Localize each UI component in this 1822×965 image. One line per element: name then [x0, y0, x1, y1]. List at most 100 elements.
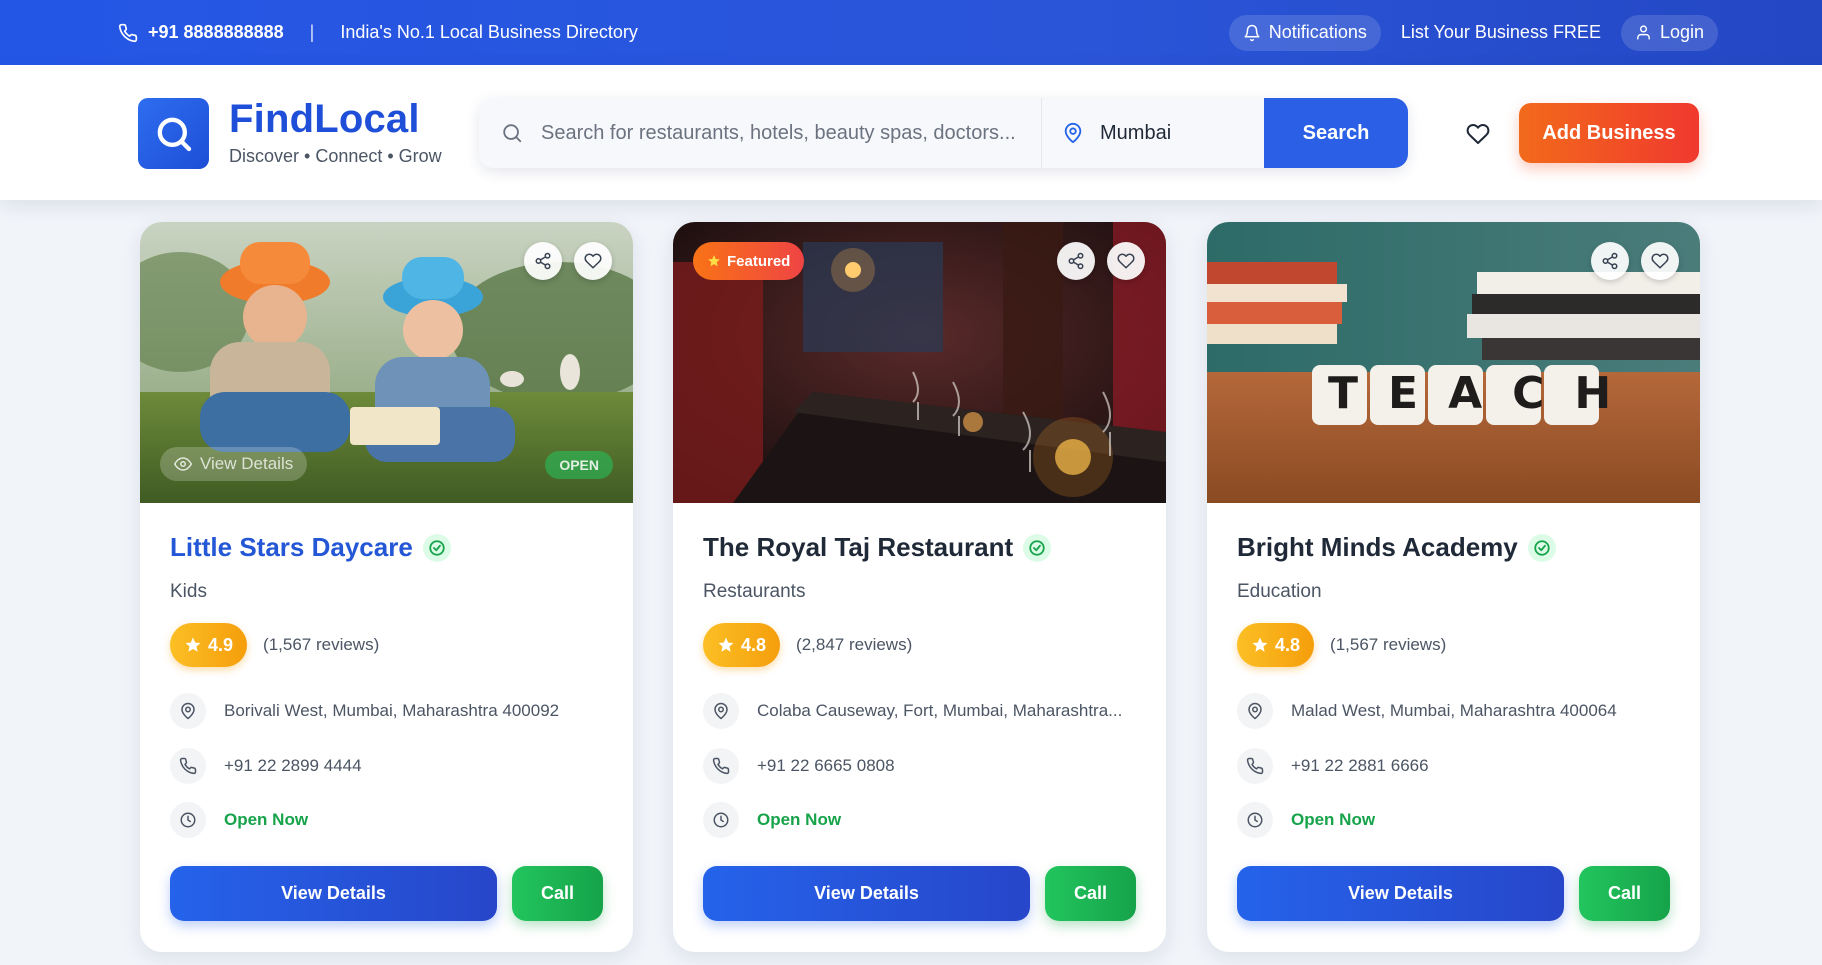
listing-title[interactable]: The Royal Taj Restaurant [703, 532, 1013, 563]
rating-row: 4.8 (2,847 reviews) [703, 623, 912, 667]
top-bar-right: Notifications List Your Business FREE Lo… [1228, 0, 1718, 65]
heart-icon [584, 253, 602, 269]
bell-icon [1244, 24, 1260, 41]
phone-row: +91 22 2899 4444 [170, 748, 362, 784]
site-header: FindLocal Discover • Connect • Grow Sear… [0, 65, 1822, 200]
phone-text[interactable]: +91 22 2899 4444 [224, 756, 362, 776]
view-details-button[interactable]: View Details [1237, 866, 1564, 921]
listing-card[interactable]: View Details OPEN Little Stars Daycare K… [140, 222, 633, 952]
phone-row: +91 22 2881 6666 [1237, 748, 1429, 784]
listing-card[interactable]: Featured The Royal Taj Restaurant Restau… [673, 222, 1166, 952]
location-pin-icon [170, 693, 206, 729]
listing-category: Kids [170, 581, 207, 602]
listing-title[interactable]: Little Stars Daycare [170, 532, 413, 563]
location-pin-icon [703, 693, 739, 729]
location-pin-icon [1064, 122, 1082, 144]
address-row: Colaba Causeway, Fort, Mumbai, Maharasht… [703, 693, 1122, 729]
share-button[interactable] [1057, 242, 1095, 280]
hours-row: Open Now [1237, 802, 1375, 838]
notifications-label: Notifications [1268, 22, 1367, 42]
favorite-button[interactable] [1641, 242, 1679, 280]
view-details-button[interactable]: View Details [170, 866, 497, 921]
top-bar-left: +91 8888888888 | India's No.1 Local Busi… [118, 0, 638, 65]
brand-tagline: Discover • Connect • Grow [229, 146, 442, 166]
login-button[interactable]: Login [1620, 14, 1718, 51]
listing-image[interactable]: View Details OPEN [140, 222, 633, 503]
heart-icon [1651, 253, 1669, 269]
heart-icon [1117, 253, 1135, 269]
clock-icon [703, 802, 739, 838]
logo[interactable] [138, 98, 209, 169]
image-text: TEACH [1328, 368, 1642, 419]
add-business-button[interactable]: Add Business [1519, 103, 1699, 163]
clock-icon [1237, 802, 1273, 838]
listing-title-row: Bright Minds Academy [1237, 532, 1556, 563]
notifications-button[interactable]: Notifications [1228, 14, 1381, 51]
listing-title[interactable]: Bright Minds Academy [1237, 532, 1518, 563]
contact-phone[interactable]: +91 8888888888 [118, 22, 284, 43]
phone-icon [170, 748, 206, 784]
location-input[interactable] [1100, 121, 1250, 145]
address-row: Borivali West, Mumbai, Maharashtra 40009… [170, 693, 559, 729]
location-field [1042, 98, 1264, 168]
login-label: Login [1659, 22, 1704, 42]
topbar-divider: | [309, 22, 315, 42]
phone-icon [1237, 748, 1273, 784]
share-button[interactable] [524, 242, 562, 280]
rating-row: 4.9 (1,567 reviews) [170, 623, 379, 667]
check-circle-icon [429, 539, 445, 556]
favorite-button[interactable] [574, 242, 612, 280]
phone-icon [703, 748, 739, 784]
rating-value: 4.8 [741, 634, 767, 655]
review-count[interactable]: (1,567 reviews) [1330, 635, 1446, 655]
user-icon [1637, 25, 1650, 40]
view-details-button[interactable]: View Details [703, 866, 1030, 921]
review-count[interactable]: (1,567 reviews) [263, 635, 379, 655]
phone-text[interactable]: +91 22 2881 6666 [1291, 756, 1429, 776]
verified-badge [422, 533, 451, 562]
search-logo-icon [157, 117, 191, 151]
rating-value: 4.8 [1275, 634, 1301, 655]
brand-name[interactable]: FindLocal [229, 97, 420, 142]
check-circle-icon [1029, 539, 1045, 556]
call-button[interactable]: Call [1045, 866, 1136, 921]
hours-row: Open Now [703, 802, 841, 838]
listing-category: Education [1237, 581, 1322, 602]
call-button[interactable]: Call [512, 866, 603, 921]
rating-badge: 4.9 [170, 623, 248, 667]
listing-category: Restaurants [703, 581, 806, 602]
list-business-link[interactable]: List Your Business FREE [1401, 22, 1601, 43]
review-count[interactable]: (2,847 reviews) [796, 635, 912, 655]
listing-image[interactable]: TEACH [1207, 222, 1700, 503]
open-status: Open Now [757, 810, 842, 829]
heart-icon [1466, 124, 1490, 144]
search-icon [503, 124, 522, 143]
search-field [479, 98, 1042, 168]
address-text: Borivali West, Mumbai, Maharashtra 40009… [224, 701, 560, 720]
search-input[interactable] [541, 121, 1021, 145]
favorite-button[interactable] [1107, 242, 1145, 280]
contact-phone-text: +91 8888888888 [148, 22, 284, 42]
featured-label: Featured [727, 252, 791, 270]
verified-badge [1527, 533, 1556, 562]
listing-card[interactable]: TEACH Bright Minds Academy Education 4.8… [1207, 222, 1700, 952]
clock-icon [170, 802, 206, 838]
listing-title-row: Little Stars Daycare [170, 532, 451, 563]
image-view-details-button[interactable]: View Details [160, 447, 308, 481]
share-button[interactable] [1591, 242, 1629, 280]
share-icon [1068, 252, 1084, 270]
share-icon [1602, 252, 1618, 270]
search-button[interactable]: Search [1264, 98, 1408, 168]
listing-image[interactable]: Featured [673, 222, 1166, 503]
eye-icon [174, 457, 192, 471]
verified-badge [1023, 533, 1052, 562]
hours-row: Open Now [170, 802, 308, 838]
address-text: Colaba Causeway, Fort, Mumbai, Maharasht… [757, 701, 1123, 720]
call-button[interactable]: Call [1579, 866, 1670, 921]
star-icon [185, 637, 201, 652]
phone-text[interactable]: +91 22 6665 0808 [757, 756, 895, 776]
topbar-tagline: India's No.1 Local Business Directory [340, 22, 638, 42]
rating-value: 4.9 [208, 634, 234, 655]
check-circle-icon [1534, 539, 1550, 556]
favorites-button[interactable] [1463, 119, 1493, 149]
